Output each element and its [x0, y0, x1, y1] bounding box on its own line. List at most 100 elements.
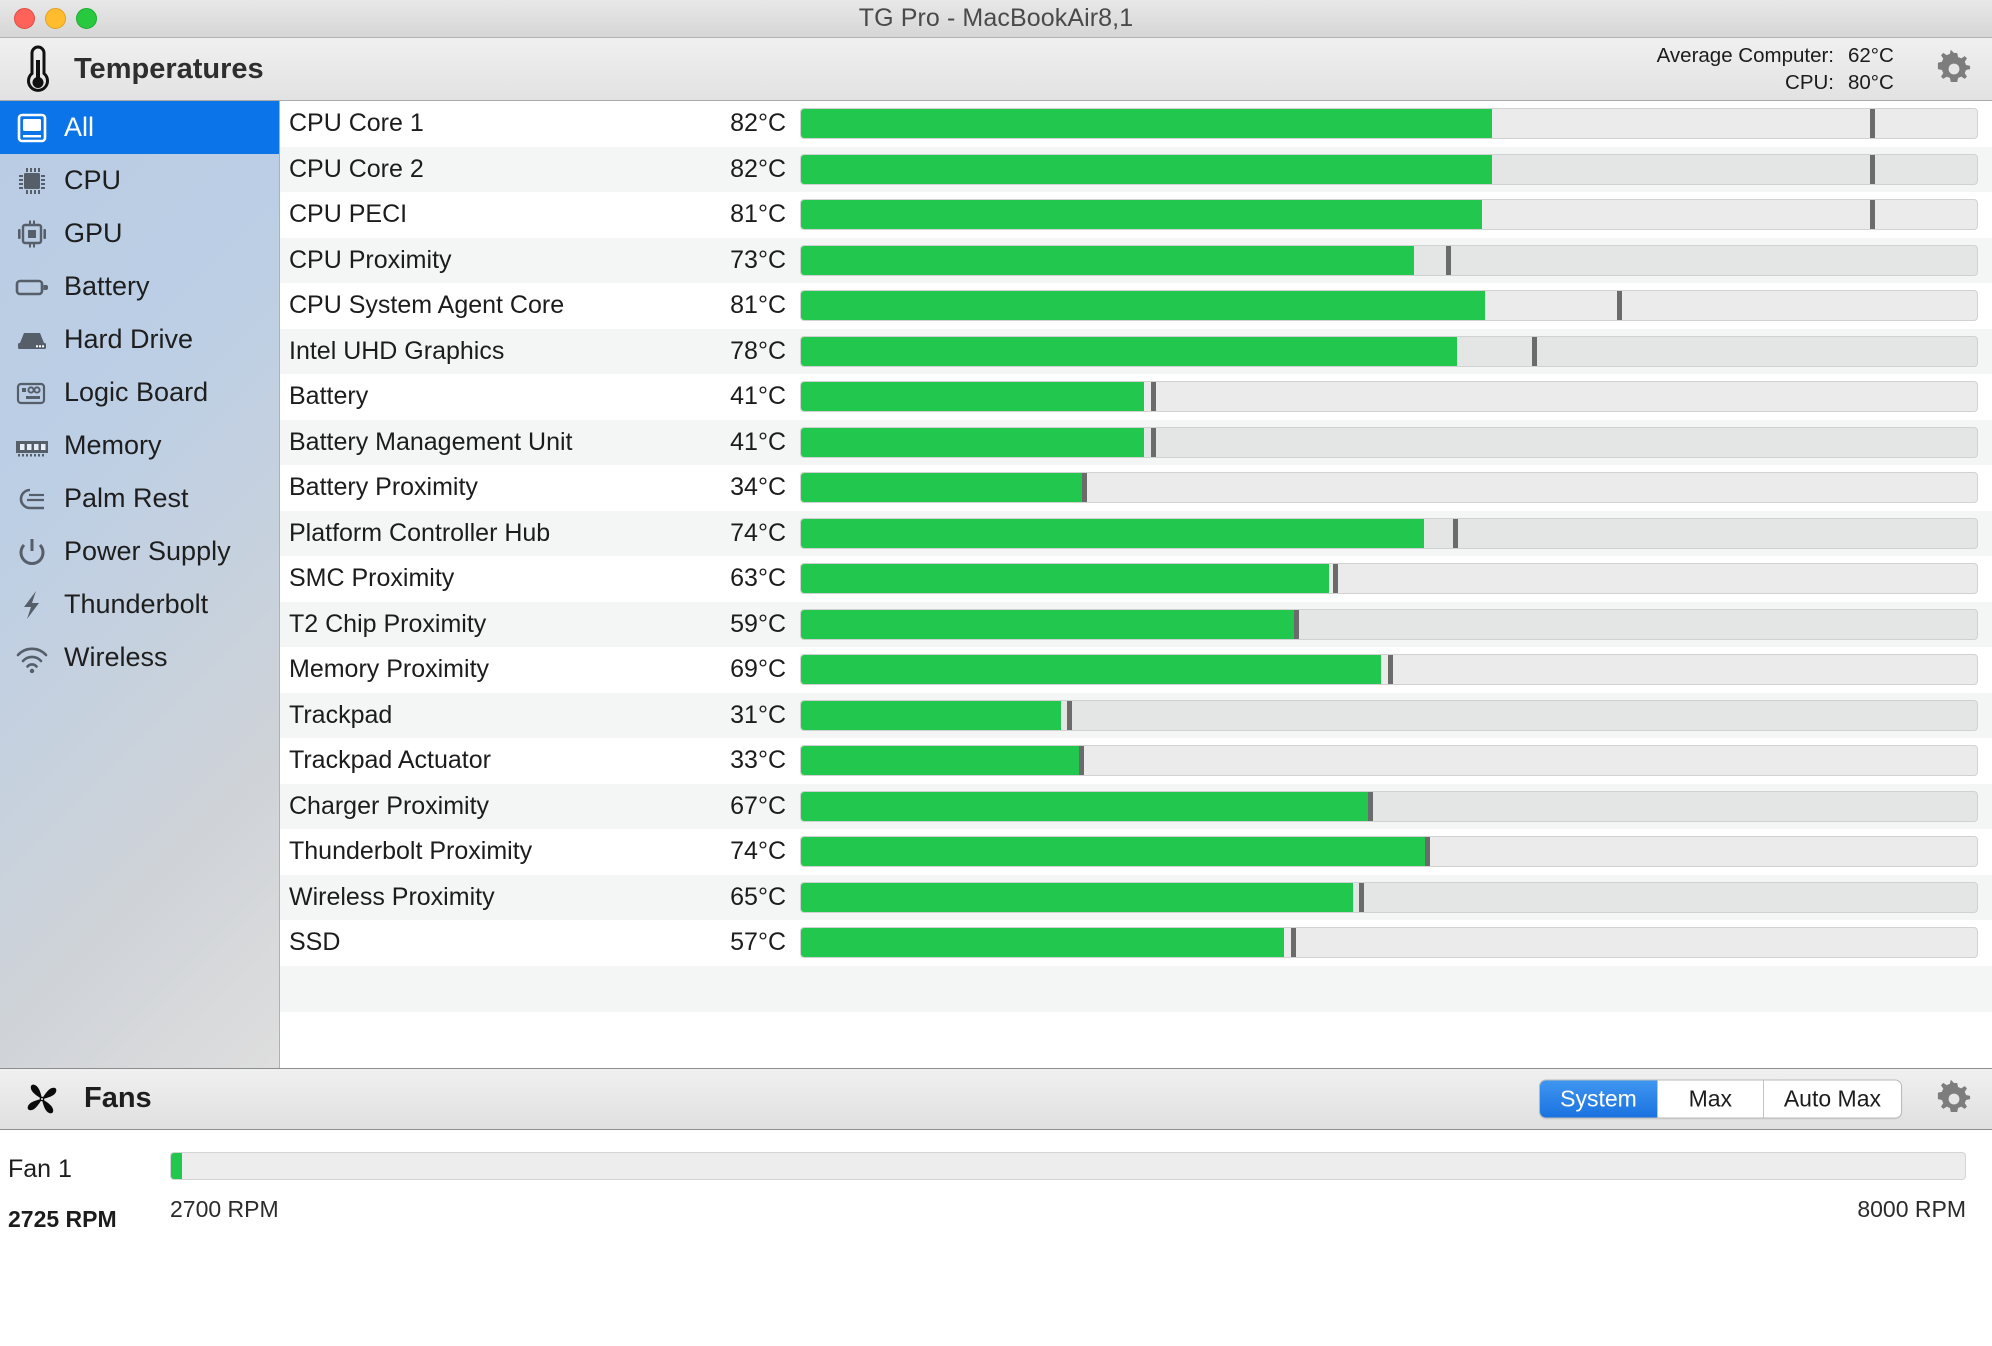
- table-row[interactable]: SSD 57°C: [280, 920, 1992, 966]
- table-row[interactable]: T2 Chip Proximity 59°C: [280, 601, 1992, 647]
- table-row[interactable]: SMC Proximity 63°C: [280, 556, 1992, 602]
- sensor-bar-fill: [801, 154, 1493, 184]
- sensor-name: Battery Management Unit: [289, 427, 573, 456]
- fans-body: Fan 1 2725 RPM 2700 RPM 8000 RPM: [0, 1129, 1992, 1290]
- sidebar-item-gpu[interactable]: GPU: [0, 207, 279, 260]
- sensor-bar-wrapper: [800, 329, 1992, 375]
- sensor-temperature-value: 31°C: [730, 700, 786, 729]
- temperatures-header: Temperatures Average Computer: 62°C CPU:…: [0, 38, 1992, 101]
- sidebar-item-label: Power Supply: [64, 536, 231, 566]
- temperatures-settings-button[interactable]: [1932, 47, 1976, 91]
- sidebar: All CPU GPU Battery Hard Drive Logic Boa…: [0, 101, 280, 1068]
- table-row[interactable]: Thunderbolt Proximity 74°C: [280, 829, 1992, 875]
- sensor-bar-fill: [801, 746, 1080, 776]
- sensor-name: Trackpad: [289, 700, 393, 729]
- sensor-bar-track: [800, 381, 1978, 413]
- table-row[interactable]: CPU Core 1 82°C: [280, 101, 1992, 147]
- sensor-temperature-value: 74°C: [730, 837, 786, 866]
- table-row[interactable]: Battery 41°C: [280, 374, 1992, 420]
- thermometer-icon: [18, 43, 58, 95]
- sensor-peak-marker: [1388, 655, 1394, 685]
- table-row[interactable]: Trackpad 31°C: [280, 692, 1992, 739]
- sensor-bar-track: [800, 517, 1978, 549]
- sidebar-item-logic-board[interactable]: Logic Board: [0, 366, 279, 419]
- sensor-bar-fill: [801, 791, 1371, 821]
- sensor-peak-marker: [1870, 109, 1876, 139]
- sensor-peak-marker: [1150, 382, 1156, 412]
- sidebar-item-hard-drive[interactable]: Hard Drive: [0, 313, 279, 366]
- sensor-temperature-value: 41°C: [730, 382, 786, 411]
- sensor-temperature-value: 67°C: [730, 791, 786, 820]
- fan-mode-system[interactable]: System: [1540, 1080, 1657, 1118]
- sensor-bar-wrapper: [800, 784, 1992, 830]
- sensor-bar-track: [800, 426, 1978, 458]
- sensor-peak-marker: [1870, 154, 1876, 184]
- table-row[interactable]: CPU PECI 81°C: [280, 192, 1992, 238]
- sensor-name: Battery Proximity: [289, 473, 478, 502]
- sensor-bar-track: [800, 244, 1978, 276]
- sidebar-item-label: Wireless: [64, 642, 168, 672]
- sensor-temperature-value: 81°C: [730, 291, 786, 320]
- sensor-bar-wrapper: [800, 147, 1992, 193]
- sensor-peak-marker: [1617, 291, 1623, 321]
- table-row[interactable]: CPU Proximity 73°C: [280, 237, 1992, 283]
- sidebar-item-label: GPU: [64, 218, 123, 248]
- sidebar-item-battery[interactable]: Battery: [0, 260, 279, 313]
- sidebar-item-memory[interactable]: Memory: [0, 419, 279, 472]
- sidebar-item-wireless[interactable]: Wireless: [0, 631, 279, 684]
- sensor-temperature-value: 57°C: [730, 928, 786, 957]
- sensor-name: Memory Proximity: [289, 655, 490, 684]
- sensor-bar-track: [800, 563, 1978, 595]
- bottom-blank-area: [0, 1289, 1992, 1346]
- sensor-bar-fill: [801, 336, 1458, 366]
- table-row[interactable]: CPU System Agent Core 81°C: [280, 283, 1992, 329]
- table-row[interactable]: Charger Proximity 67°C: [280, 783, 1992, 830]
- sidebar-item-all[interactable]: All: [0, 101, 279, 154]
- fan-speed-control[interactable]: 2700 RPM 8000 RPM: [170, 1151, 1992, 1233]
- sensor-bar-wrapper: [800, 647, 1992, 693]
- sensor-bar-track: [800, 608, 1978, 640]
- sensor-list-empty-area: [280, 965, 1992, 1012]
- sensor-bar-wrapper: [800, 875, 1992, 921]
- summary-label-average: Average Computer:: [1656, 44, 1834, 67]
- fans-settings-button[interactable]: [1932, 1077, 1976, 1121]
- table-row[interactable]: CPU Core 2 82°C: [280, 146, 1992, 193]
- sensor-peak-marker: [1082, 473, 1088, 503]
- sidebar-item-label: CPU: [64, 165, 122, 195]
- sensor-peak-marker: [1368, 791, 1374, 821]
- sensor-temperature-value: 69°C: [730, 655, 786, 684]
- hard-drive-icon: [6, 323, 58, 357]
- sensor-bar-fill: [801, 882, 1353, 912]
- window-title: TG Pro - MacBookAir8,1: [858, 4, 1134, 32]
- fan-mode-max[interactable]: Max: [1656, 1080, 1763, 1118]
- sidebar-item-power-supply[interactable]: Power Supply: [0, 525, 279, 578]
- sidebar-item-thunderbolt[interactable]: Thunderbolt: [0, 578, 279, 631]
- battery-icon: [6, 270, 58, 304]
- table-row[interactable]: Intel UHD Graphics 78°C: [280, 328, 1992, 375]
- sensor-bar-fill: [801, 245, 1414, 275]
- sensor-bar-fill: [801, 837, 1427, 867]
- sensor-name: Intel UHD Graphics: [289, 336, 505, 365]
- sensor-name: CPU Core 2: [289, 154, 424, 183]
- table-row[interactable]: Battery Proximity 34°C: [280, 465, 1992, 511]
- sensor-bar-wrapper: [800, 693, 1992, 739]
- table-row[interactable]: Battery Management Unit 41°C: [280, 419, 1992, 465]
- sensor-name: T2 Chip Proximity: [289, 609, 487, 638]
- sensor-name: SSD: [289, 928, 341, 957]
- fan-mode-segmented-control[interactable]: System Max Auto Max: [1539, 1079, 1902, 1119]
- sidebar-item-palm-rest[interactable]: Palm Rest: [0, 472, 279, 525]
- table-row[interactable]: Platform Controller Hub 74°C: [280, 510, 1992, 556]
- sensor-bar-track: [800, 472, 1978, 504]
- sidebar-item-label: Battery: [64, 271, 150, 301]
- sidebar-item-cpu[interactable]: CPU: [0, 154, 279, 207]
- table-row[interactable]: Trackpad Actuator 33°C: [280, 738, 1992, 784]
- fan-speed-track[interactable]: [170, 1151, 1966, 1180]
- fan-row: Fan 1 2725 RPM 2700 RPM 8000 RPM: [0, 1130, 1992, 1233]
- sensor-list[interactable]: CPU Core 1 82°C CPU Core 2 82°C CPU PECI 81°C…: [280, 101, 1992, 1068]
- wifi-icon: [6, 641, 58, 675]
- table-row[interactable]: Wireless Proximity 65°C: [280, 874, 1992, 921]
- window-titlebar: TG Pro - MacBookAir8,1: [0, 0, 1992, 38]
- sensor-temperature-value: 82°C: [730, 109, 786, 138]
- table-row[interactable]: Memory Proximity 69°C: [280, 647, 1992, 693]
- fan-mode-auto-max[interactable]: Auto Max: [1762, 1080, 1901, 1118]
